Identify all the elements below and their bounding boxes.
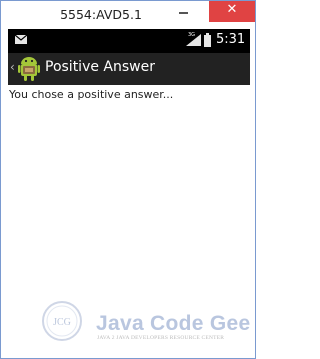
android-icon[interactable] <box>18 56 40 82</box>
mail-icon <box>15 35 27 44</box>
minimize-button[interactable] <box>179 12 188 14</box>
android-screen: 3G 5:31 ‹ Positive Answer You chose a po… <box>8 29 250 351</box>
window-title: 5554:AVD5.1 <box>60 7 142 22</box>
emulator-window: 5554:AVD5.1 ✕ 3G 5:31 ‹ Positive Answer … <box>0 0 256 359</box>
watermark-tagline: JAVA 2 JAVA DEVELOPERS RESOURCE CENTER <box>97 335 225 341</box>
watermark-brand: Java Code Geeks <box>96 312 250 335</box>
jcg-logo-icon: JCG <box>42 301 82 341</box>
message-text: You chose a positive answer... <box>9 88 174 101</box>
close-icon: ✕ <box>226 2 238 17</box>
up-chevron-icon[interactable]: ‹ <box>10 60 15 74</box>
battery-icon <box>204 33 211 47</box>
network-type-label: 3G <box>188 32 196 38</box>
status-bar[interactable]: 3G 5:31 <box>8 29 250 53</box>
window-titlebar[interactable]: 5554:AVD5.1 ✕ <box>1 1 255 29</box>
action-bar-title: Positive Answer <box>45 59 155 75</box>
status-clock: 5:31 <box>216 32 246 47</box>
jcg-logo-text: JCG <box>53 317 71 328</box>
window-border-left <box>1 29 8 358</box>
close-button[interactable]: ✕ <box>209 1 255 22</box>
action-bar: ‹ Positive Answer <box>8 53 250 85</box>
